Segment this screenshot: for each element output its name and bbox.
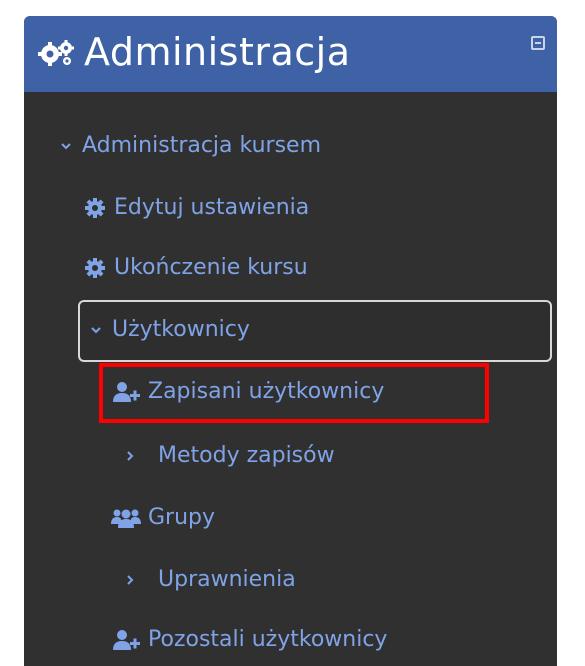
tree-item-other-users[interactable]: Pozostali użytkownicy bbox=[112, 620, 387, 660]
tree-item-groups[interactable]: Grupy bbox=[110, 498, 215, 538]
chevron-down-icon bbox=[61, 143, 71, 150]
gears-icon bbox=[38, 40, 74, 66]
tree-item-label: Ukończenie kursu bbox=[114, 255, 308, 280]
administration-block: Administracja Administracja kursem Edytu… bbox=[24, 16, 557, 666]
collapse-icon[interactable] bbox=[531, 36, 545, 50]
chevron-right-icon bbox=[127, 575, 134, 585]
users-icon bbox=[111, 509, 141, 528]
tree-item-course-completion[interactable]: Ukończenie kursu bbox=[84, 248, 308, 288]
tree-item-label: Uprawnienia bbox=[158, 567, 296, 592]
block-header: Administracja bbox=[24, 16, 557, 92]
gear-icon bbox=[85, 258, 105, 278]
gear-icon bbox=[85, 198, 105, 218]
highlight-box bbox=[99, 363, 489, 423]
user-plus-icon bbox=[113, 630, 140, 650]
tree-item-label: Użytkownicy bbox=[112, 317, 250, 342]
tree-item-label: Pozostali użytkownicy bbox=[148, 627, 388, 652]
tree-item-label: Edytuj ustawienia bbox=[114, 195, 310, 220]
tree-item-label: Administracja kursem bbox=[82, 133, 322, 158]
tree-item-edit-settings[interactable]: Edytuj ustawienia bbox=[84, 188, 309, 228]
chevron-down-icon bbox=[91, 327, 101, 334]
tree-item-label: Grupy bbox=[148, 505, 216, 530]
tree-item-course-admin[interactable]: Administracja kursem bbox=[60, 126, 321, 166]
tree-item-enrolment-methods[interactable]: Metody zapisów bbox=[124, 436, 335, 476]
tree-item-permissions[interactable]: Uprawnienia bbox=[124, 560, 296, 600]
tree-item-users[interactable]: Użytkownicy bbox=[90, 310, 250, 350]
block-title: Administracja bbox=[84, 30, 351, 74]
chevron-right-icon bbox=[127, 451, 134, 461]
tree-item-label: Metody zapisów bbox=[158, 443, 335, 468]
